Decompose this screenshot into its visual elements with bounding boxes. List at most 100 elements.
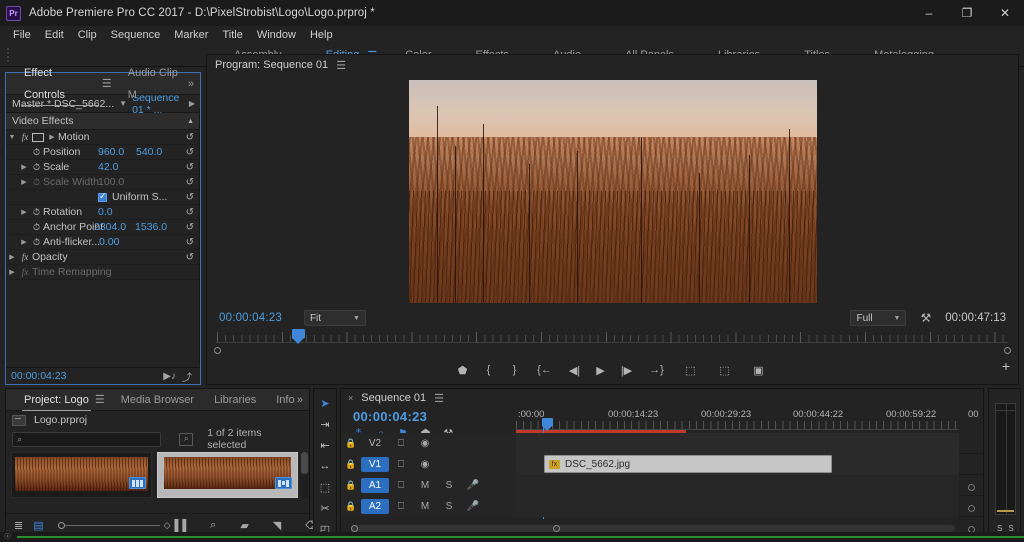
ripple-edit-tool-icon[interactable]: ⇤ (315, 437, 335, 453)
automate-to-sequence-icon[interactable]: ▐▐ (171, 520, 187, 532)
tab-project[interactable]: Project: Logo (14, 389, 99, 411)
tab-effect-controls[interactable]: Effect Controls (14, 62, 106, 106)
menu-edit[interactable]: Edit (38, 26, 71, 44)
stopwatch-icon[interactable]: ⏱ (30, 207, 43, 218)
param-value-x[interactable]: 2304.0 (94, 221, 126, 233)
eye-icon[interactable]: ◉ (413, 459, 437, 470)
reset-icon[interactable]: ↺ (186, 222, 194, 233)
param-row-position[interactable]: ⏱ Position 960.0 540.0 ↺ (6, 145, 200, 160)
effect-row-opacity[interactable]: ▶ fx Opacity ↺ (6, 250, 200, 265)
mark-out-icon[interactable]: } (502, 359, 528, 381)
playback-quality-dropdown[interactable]: Full ▼ (850, 310, 906, 326)
param-value[interactable]: 100.0 (98, 176, 124, 188)
param-value-x[interactable]: 960.0 (98, 146, 124, 158)
tab-libraries[interactable]: Libraries (204, 389, 266, 411)
track-name-v1[interactable]: V1 (361, 457, 389, 472)
menu-help[interactable]: Help (303, 26, 340, 44)
stopwatch-icon[interactable]: ⏱ (30, 222, 43, 233)
param-value-y[interactable]: 1536.0 (135, 221, 167, 233)
track-select-forward-tool-icon[interactable]: ⇥ (315, 416, 335, 432)
search-input[interactable] (25, 434, 145, 445)
stopwatch-icon[interactable]: ⏱ (30, 237, 43, 248)
mute-icon[interactable]: M (413, 501, 437, 512)
lock-icon[interactable]: 🔒 (341, 438, 361, 449)
program-work-area-bar[interactable] (207, 345, 1018, 357)
export-frame-icon[interactable]: ▣ (742, 359, 776, 381)
settings-wrench-icon[interactable]: ⚒ (920, 311, 931, 325)
audio-meter-body[interactable] (995, 403, 1016, 515)
scroll-handle-left[interactable] (351, 525, 358, 532)
reset-icon[interactable]: ↺ (186, 192, 194, 203)
add-marker-icon[interactable]: ⬟ (450, 359, 476, 381)
lift-icon[interactable]: ⬚ (674, 359, 708, 381)
workspace-grip-icon[interactable] (4, 44, 12, 67)
video-frame[interactable] (409, 80, 817, 303)
microphone-icon[interactable]: 🎤 (461, 501, 485, 512)
freeform-view-icon[interactable]: ◇ (164, 520, 171, 531)
param-row-anti-flicker[interactable]: ▶ ⏱ Anti-flicker... 0.00 ↺ (6, 235, 200, 250)
stopwatch-icon[interactable]: ⏱ (30, 147, 43, 158)
param-value[interactable]: 0.0 (98, 206, 113, 218)
project-panel-more-icon[interactable]: » (297, 394, 303, 406)
sync-lock-icon[interactable]: ⎕ (389, 480, 413, 491)
scroll-handle-right[interactable] (553, 525, 560, 532)
timeline-playhead-timecode[interactable]: 00:00:04:23 (353, 409, 427, 424)
keyframe-nav-dot[interactable] (968, 505, 975, 512)
project-scrollbar[interactable] (301, 452, 308, 498)
new-item-icon[interactable]: ◥ (273, 519, 281, 532)
motion-arrow-icon[interactable]: ▶ (46, 133, 58, 141)
reset-icon[interactable]: ↺ (186, 177, 194, 188)
param-row-scale-width[interactable]: ▶ ⏱ Scale Width 100.0 ↺ (6, 175, 200, 190)
solo-icon[interactable]: S (437, 501, 461, 512)
track-header-a2[interactable]: 🔒 A2 ⎕ M S 🎤 (341, 496, 516, 517)
disclosure-triangle-icon[interactable]: ▶ (18, 178, 30, 186)
eye-icon[interactable]: ◉ (413, 438, 437, 449)
tab-media-browser[interactable]: Media Browser (111, 389, 204, 411)
lock-icon[interactable]: 🔒 (341, 480, 361, 491)
creative-cloud-icon[interactable]: ☉ (4, 532, 17, 541)
program-scrub-bar[interactable] (207, 329, 1018, 345)
mark-in-icon[interactable]: { (476, 359, 502, 381)
track-header-a1[interactable]: 🔒 A1 ⎕ M S 🎤 (341, 475, 516, 496)
program-monitor-menu-icon[interactable]: ☰ (336, 59, 346, 72)
track-body-v2[interactable] (516, 433, 959, 454)
reset-icon[interactable]: ↺ (186, 162, 194, 173)
sync-lock-icon[interactable]: ⎕ (389, 501, 413, 512)
track-name-a1[interactable]: A1 (361, 478, 389, 493)
maximize-icon[interactable]: ❐ (948, 0, 986, 26)
work-area-end-handle[interactable] (1004, 347, 1011, 354)
sync-lock-icon[interactable]: ⎕ (389, 438, 413, 449)
timeline-menu-icon[interactable]: ☰ (434, 392, 444, 405)
disclosure-triangle-icon[interactable]: ▶ (6, 268, 18, 276)
program-current-timecode[interactable]: 00:00:04:23 (219, 312, 282, 324)
track-header-v2[interactable]: 🔒 V2 ⎕ ◉ (341, 433, 516, 454)
lock-icon[interactable]: 🔒 (341, 459, 361, 470)
menu-window[interactable]: Window (250, 26, 303, 44)
go-to-in-icon[interactable]: {← (528, 359, 562, 381)
track-name-a2[interactable]: A2 (361, 499, 389, 514)
param-value[interactable]: 42.0 (98, 161, 118, 173)
new-bin-icon[interactable]: ▰ (240, 519, 248, 532)
close-icon[interactable]: ✕ (986, 0, 1024, 26)
stopwatch-icon[interactable]: ⏱ (30, 177, 43, 188)
play-audio-icon[interactable]: ▶♪ (163, 371, 176, 382)
thumbnail-size-slider[interactable]: ◇ (58, 520, 171, 531)
track-body-a2[interactable] (516, 496, 959, 517)
reset-icon[interactable]: ↺ (186, 237, 194, 248)
lock-icon[interactable]: 🔒 (341, 501, 361, 512)
project-item-sequence[interactable] (157, 452, 298, 498)
menu-file[interactable]: File (6, 26, 38, 44)
close-sequence-icon[interactable]: × (348, 393, 353, 403)
param-value[interactable]: 0.00 (99, 236, 119, 248)
disclosure-triangle-icon[interactable]: ▼ (6, 134, 18, 141)
track-header-v1[interactable]: 🔒 V1 ⎕ ◉ (341, 454, 516, 475)
program-playhead[interactable] (292, 329, 305, 344)
video-effects-header[interactable]: Video Effects ▲ (6, 113, 200, 130)
disclosure-triangle-icon[interactable]: ▶ (18, 163, 30, 171)
play-stop-icon[interactable]: ▶ (588, 359, 614, 381)
step-forward-icon[interactable]: |▶ (614, 359, 640, 381)
slider-knob[interactable] (58, 522, 65, 529)
timeline-ruler[interactable]: :00:00 00:00:14:23 00:00:29:23 00:00:44:… (516, 409, 959, 431)
stopwatch-icon[interactable]: ⏱ (30, 162, 43, 173)
selection-tool-icon[interactable]: ➤ (315, 395, 335, 411)
